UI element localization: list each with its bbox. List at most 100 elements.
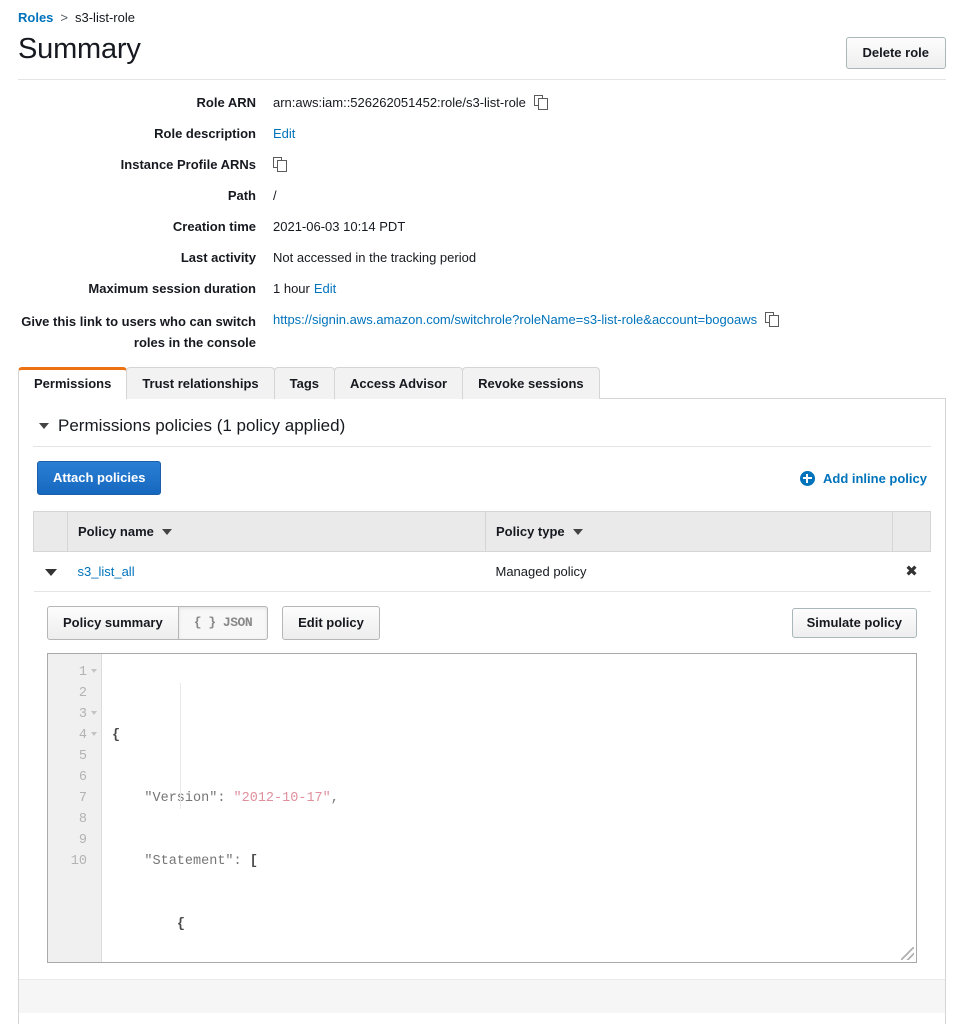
tab-tags[interactable]: Tags [273,367,336,399]
breadcrumb-roles-link[interactable]: Roles [18,10,53,25]
permissions-policies-title: Permissions policies (1 policy applied) [58,416,346,435]
fold-arrow-icon [91,669,97,673]
editor-toolbar: Policy summary { } JSON Edit policy Simu… [47,606,917,640]
line-number: 6 [78,770,87,785]
line-number: 9 [78,833,87,848]
chevron-down-icon[interactable] [44,569,57,576]
table-header-row: Policy name Policy type [33,511,931,552]
detail-label: Give this link to users who can switch r… [21,314,256,350]
detail-label: Role description [154,126,256,141]
detail-row-creation-time: Creation time 2021-06-03 10:14 PDT [18,218,946,235]
column-header-expand [33,511,68,552]
detail-label: Last activity [180,250,256,265]
tab-trust-relationships[interactable]: Trust relationships [126,367,275,399]
max-session-duration-value: 1 hour [273,281,310,296]
fold-arrow-icon [91,732,97,736]
page-title: Summary [18,33,141,65]
tab-revoke-sessions[interactable]: Revoke sessions [462,367,600,399]
edit-session-duration-link[interactable]: Edit [314,280,336,297]
sort-caret-icon [161,529,172,535]
detail-label: Path [227,188,256,203]
detail-value [273,156,946,172]
line-number-gutter: 1 2 3 4 5 6 7 8 9 10 [48,654,102,962]
json-code-editor[interactable]: 1 2 3 4 5 6 7 8 9 10 { "Versi [47,653,917,963]
line-number: 10 [70,854,87,869]
detail-label: Instance Profile ARNs [120,157,256,172]
line-number: 1 [48,662,101,683]
policies-table-head: Policy name Policy type [33,511,931,552]
add-inline-policy-button[interactable]: Add inline policy [799,470,927,486]
detail-value: https://signin.aws.amazon.com/switchrole… [273,311,946,328]
role-arn-value: arn:aws:iam::526262051452:role/s3-list-r… [273,95,526,110]
detail-label: Role ARN [196,95,256,110]
indent-guide [180,683,181,809]
detail-row-role-arn: Role ARN arn:aws:iam::526262051452:role/… [18,94,946,111]
permissions-actions-row: Attach policies Add inline policy [33,447,931,511]
detail-label: Maximum session duration [88,281,256,296]
detail-row-path: Path / [18,187,946,204]
plus-circle-icon [799,470,815,486]
copy-icon[interactable] [533,95,549,110]
copy-icon[interactable] [765,312,780,327]
edit-description-link[interactable]: Edit [273,125,295,142]
detail-value: arn:aws:iam::526262051452:role/s3-list-r… [273,94,946,111]
column-header-remove [892,511,931,552]
breadcrumb-current: s3-list-role [75,10,135,25]
path-value: / [273,188,277,203]
line-number: 7 [78,791,87,806]
header-divider [18,79,946,80]
permissions-panel-inner: Permissions policies (1 policy applied) … [19,399,945,965]
permissions-policies-header: Permissions policies (1 policy applied) [33,399,931,446]
creation-time-value: 2021-06-03 10:14 PDT [273,219,406,234]
add-inline-policy-label: Add inline policy [822,470,927,486]
breadcrumb: Roles > s3-list-role [0,0,964,26]
close-icon[interactable]: ✖ [905,562,918,580]
detail-value: 1 hour Edit [273,280,946,297]
policy-detail-region: Policy summary { } JSON Edit policy Simu… [33,592,931,965]
detail-row-instance-profile-arns: Instance Profile ARNs [18,156,946,173]
code-line: "Statement": [ [144,854,258,869]
line-number: 4 [48,725,101,746]
attach-policies-button[interactable]: Attach policies [37,461,162,495]
fold-arrow-icon [91,711,97,715]
delete-role-button[interactable]: Delete role [845,37,946,69]
edit-policy-button[interactable]: Edit policy [282,606,380,640]
page-header: Summary Delete role [0,26,964,69]
column-label: Policy type [496,524,565,539]
row-expand-cell[interactable] [33,551,68,592]
role-details-list: Role ARN arn:aws:iam::526262051452:role/… [0,94,964,353]
copy-icon[interactable] [273,157,288,172]
simulate-policy-button[interactable]: Simulate policy [791,608,917,638]
column-header-policy-type[interactable]: Policy type [485,511,893,552]
detail-row-role-description: Role description Edit [18,125,946,142]
remove-policy-cell[interactable]: ✖ [892,551,931,592]
detail-label: Creation time [172,219,256,234]
view-toggle-group: Policy summary { } JSON Edit policy [47,606,380,640]
line-number: 2 [78,686,87,701]
detail-row-last-activity: Last activity Not accessed in the tracki… [18,249,946,266]
tab-permissions[interactable]: Permissions [18,367,128,400]
detail-value: Edit [273,125,946,142]
line-number: 3 [48,704,101,725]
column-header-policy-name[interactable]: Policy name [67,511,486,552]
line-number: 8 [78,812,87,827]
column-label: Policy name [78,524,154,539]
editor-resize-handle[interactable] [901,947,914,960]
detail-row-switch-role-link: Give this link to users who can switch r… [18,311,946,353]
json-view-button[interactable]: { } JSON [178,606,269,640]
panel-footer [19,979,945,1013]
policies-table: Policy name Policy type s3_list_all Mana… [33,511,931,592]
switch-role-url-link[interactable]: https://signin.aws.amazon.com/switchrole… [273,311,757,328]
code-line: { [112,728,121,743]
chevron-down-icon[interactable] [39,423,49,429]
code-line: "Version": "2012-10-17", [144,791,339,806]
json-code-content[interactable]: { "Version": "2012-10-17", "Statement": … [102,654,916,962]
tabs-container: Permissions Trust relationships Tags Acc… [0,367,964,400]
policy-name-link[interactable]: s3_list_all [78,564,135,579]
tab-list: Permissions Trust relationships Tags Acc… [18,367,946,400]
table-row: s3_list_all Managed policy ✖ [33,551,931,592]
tab-access-advisor[interactable]: Access Advisor [334,367,464,399]
breadcrumb-separator: > [60,10,68,25]
detail-row-max-session-duration: Maximum session duration 1 hour Edit [18,280,946,297]
policy-summary-button[interactable]: Policy summary [47,606,179,640]
